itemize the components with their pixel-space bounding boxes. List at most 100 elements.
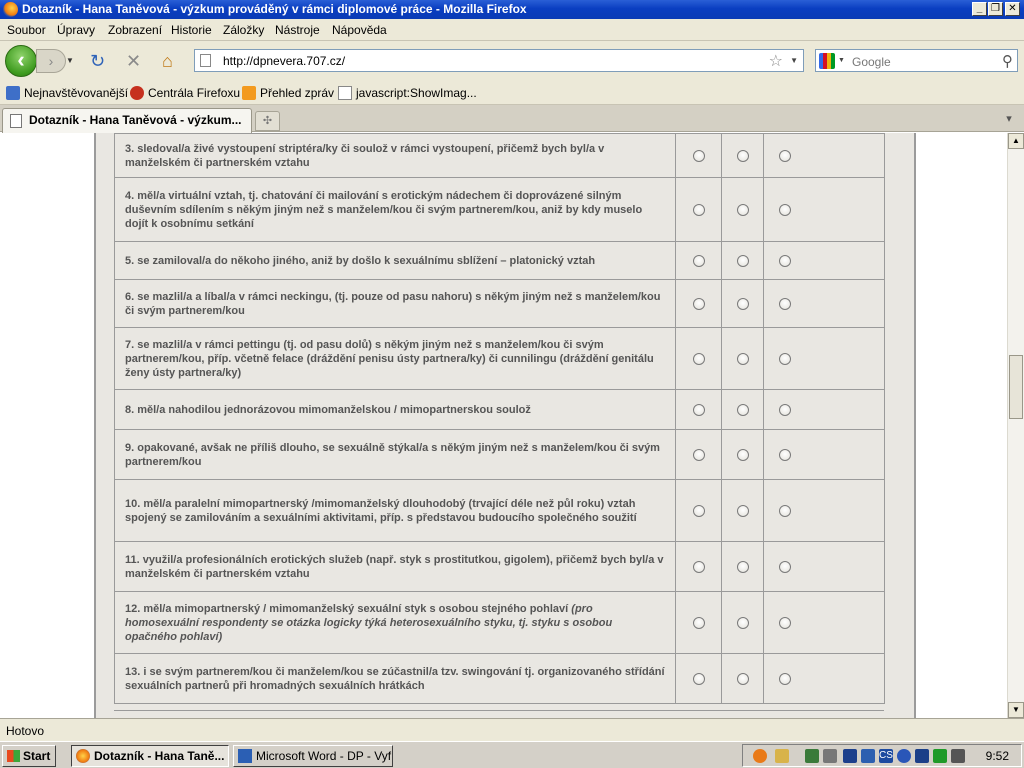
address-bar[interactable]: http://dpnevera.707.cz/ ☆ ▼: [194, 49, 804, 72]
menu-nastroje[interactable]: Nástroje: [275, 23, 320, 37]
vertical-scrollbar[interactable]: ▲ ▼: [1007, 133, 1024, 718]
reload-icon[interactable]: ↻: [90, 51, 105, 71]
question-cell: 4. měl/a virtuální vztah, tj. chatování …: [114, 177, 676, 242]
bookmark-firefox-central[interactable]: Centrála Firefoxu: [130, 86, 240, 100]
bookmarks-toolbar: Nejnavštěvovanější Centrála Firefoxu Pře…: [0, 81, 1024, 105]
answer-radio[interactable]: [692, 560, 705, 573]
cs-icon[interactable]: CS: [879, 749, 893, 763]
answer-radio[interactable]: [692, 203, 705, 216]
menu-zobrazeni[interactable]: Zobrazení: [108, 23, 162, 37]
search-engine-dropdown-icon[interactable]: ▼: [838, 57, 845, 64]
status-text: Hotovo: [6, 724, 45, 738]
shield-icon[interactable]: [915, 749, 929, 763]
answer-radio[interactable]: [692, 672, 705, 685]
firefox-icon: [3, 2, 18, 17]
answer-radio[interactable]: [692, 616, 705, 629]
taskbar-item-word[interactable]: Microsoft Word - DP - Vyf...: [233, 745, 393, 767]
start-button[interactable]: Start: [2, 745, 56, 767]
play-icon[interactable]: [933, 749, 947, 763]
search-icon[interactable]: ⚲: [1002, 52, 1013, 70]
notes-icon[interactable]: [775, 749, 789, 763]
clock: 9:52: [985, 749, 1009, 763]
computer-icon[interactable]: [951, 749, 965, 763]
menu-historie[interactable]: Historie: [171, 23, 212, 37]
google-icon[interactable]: [819, 53, 835, 69]
minimize-button[interactable]: _: [972, 2, 987, 16]
answer-radio[interactable]: [736, 504, 749, 517]
answer-radio[interactable]: [692, 352, 705, 365]
menu-zalozky[interactable]: Záložky: [223, 23, 264, 37]
history-dropdown-icon[interactable]: ▼: [66, 56, 74, 65]
answer-radio[interactable]: [779, 297, 791, 310]
answer-radio[interactable]: [779, 616, 791, 629]
answer-radio[interactable]: [736, 448, 749, 461]
scroll-up-button[interactable]: ▲: [1008, 133, 1024, 149]
answer-radio[interactable]: [692, 448, 705, 461]
answer-radio[interactable]: [736, 672, 749, 685]
task-label: Microsoft Word - DP - Vyf...: [256, 749, 393, 763]
answer-radio[interactable]: [779, 560, 791, 573]
answer-cell: [721, 327, 764, 390]
answer-radio[interactable]: [692, 297, 705, 310]
network-icon[interactable]: [805, 749, 819, 763]
answer-radio[interactable]: [692, 254, 705, 267]
bluetooth-icon[interactable]: [897, 749, 911, 763]
question-text: 5. se zamiloval/a do někoho jiného, aniž…: [125, 254, 596, 267]
url-dropdown-icon[interactable]: ▼: [790, 56, 798, 65]
stop-icon[interactable]: ✕: [126, 51, 141, 71]
answer-radio[interactable]: [736, 403, 749, 416]
answer-radio[interactable]: [692, 504, 705, 517]
new-tab-button[interactable]: ✣: [255, 111, 280, 131]
answer-radio[interactable]: [736, 297, 749, 310]
answer-cell: [763, 429, 885, 480]
close-button[interactable]: ✕: [1005, 2, 1020, 16]
question-text: 13. i se svým partnerem/kou či manželem/…: [125, 665, 665, 692]
bookmark-star-icon[interactable]: ☆: [769, 51, 783, 71]
answer-cell: [763, 389, 885, 430]
answer-radio[interactable]: [736, 254, 749, 267]
tab-list-icon[interactable]: ▾: [1000, 111, 1018, 129]
scroll-down-button[interactable]: ▼: [1008, 702, 1024, 718]
answer-radio[interactable]: [779, 149, 791, 162]
answer-radio[interactable]: [779, 352, 791, 365]
question-text: 11. využil/a profesionálních erotických …: [125, 553, 664, 580]
answer-radio[interactable]: [736, 203, 749, 216]
bookmark-news[interactable]: Přehled zpráv: [242, 86, 334, 100]
url-text[interactable]: http://dpnevera.707.cz/: [223, 54, 345, 68]
bookmark-most-visited[interactable]: Nejnavštěvovanější: [6, 86, 128, 100]
answer-radio[interactable]: [779, 504, 791, 517]
home-icon[interactable]: ⌂: [162, 51, 173, 71]
answer-cell: [675, 133, 722, 178]
table-row: 4. měl/a virtuální vztah, tj. chatování …: [114, 177, 885, 242]
restore-button[interactable]: ❐: [988, 2, 1003, 16]
answer-radio[interactable]: [736, 352, 749, 365]
monitor-icon[interactable]: [861, 749, 875, 763]
security-icon[interactable]: [843, 749, 857, 763]
bookmark-label: Přehled zpráv: [260, 86, 335, 100]
menu-upravy[interactable]: Úpravy: [57, 23, 95, 37]
answer-radio[interactable]: [779, 254, 791, 267]
tab-questionnaire[interactable]: Dotazník - Hana Taněvová - výzkum...: [2, 108, 252, 133]
taskbar: Start Dotazník - Hana Taně... Microsoft …: [0, 741, 1024, 768]
back-button[interactable]: ‹: [5, 45, 37, 77]
answer-radio[interactable]: [779, 203, 791, 216]
firefox-quicklaunch-icon[interactable]: [753, 749, 767, 763]
answer-radio[interactable]: [779, 403, 791, 416]
scrollbar-thumb[interactable]: [1009, 355, 1023, 419]
volume-icon[interactable]: [823, 749, 837, 763]
answer-radio[interactable]: [779, 672, 791, 685]
answer-radio[interactable]: [692, 149, 705, 162]
search-box[interactable]: ▼ Google ⚲: [815, 49, 1018, 72]
forward-button[interactable]: ›: [36, 49, 66, 73]
answer-radio[interactable]: [692, 403, 705, 416]
answer-cell: [675, 429, 722, 480]
bookmark-javascript[interactable]: javascript:ShowImag...: [338, 86, 477, 100]
question-text: 4. měl/a virtuální vztah, tj. chatování …: [125, 189, 643, 230]
menu-soubor[interactable]: Soubor: [7, 23, 46, 37]
answer-radio[interactable]: [736, 560, 749, 573]
answer-radio[interactable]: [736, 149, 749, 162]
menu-napoveda[interactable]: Nápověda: [332, 23, 387, 37]
taskbar-item-firefox[interactable]: Dotazník - Hana Taně...: [71, 745, 229, 767]
answer-radio[interactable]: [736, 616, 749, 629]
answer-radio[interactable]: [779, 448, 791, 461]
